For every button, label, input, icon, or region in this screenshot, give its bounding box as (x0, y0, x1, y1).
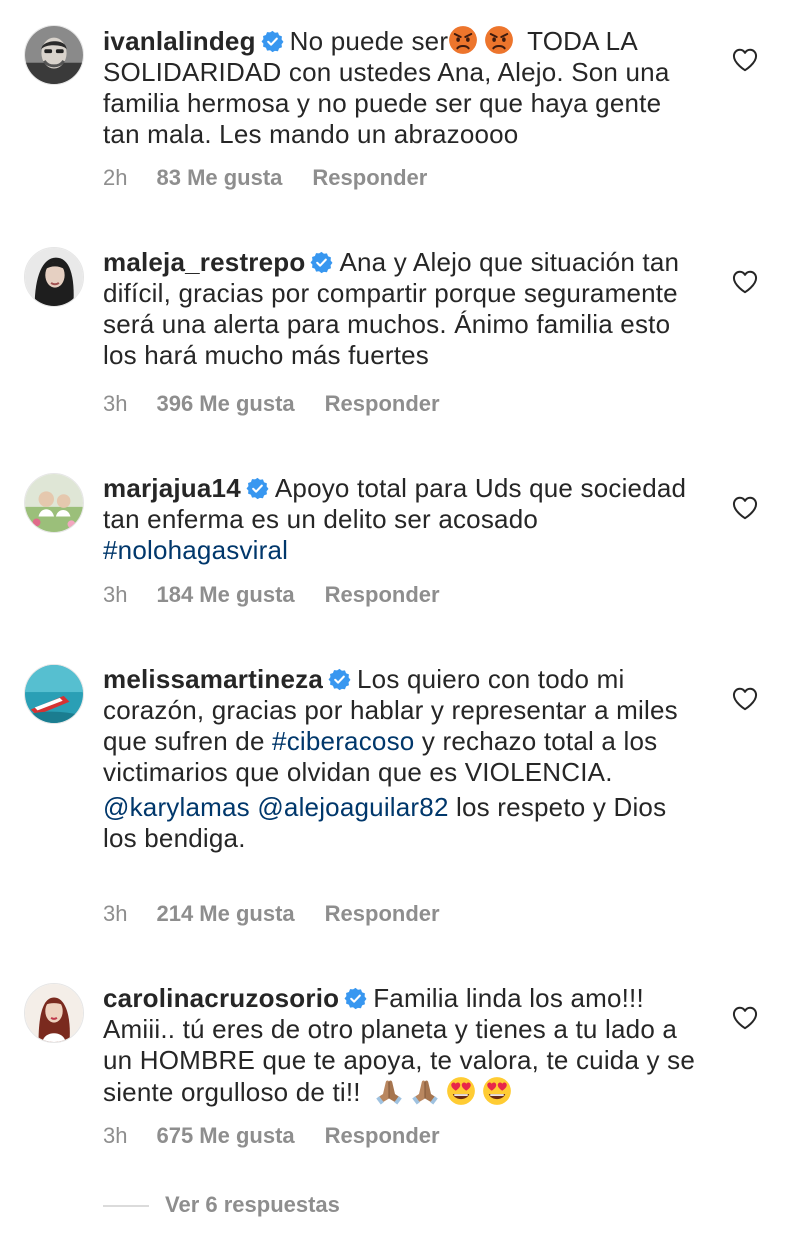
comment-text: melissamartineza Los quiero con todo mi c… (103, 664, 703, 854)
comment-time[interactable]: 3h (103, 1123, 127, 1148)
reply-button[interactable]: Responder (312, 165, 427, 190)
folded-hands-emoji-icon (410, 1076, 440, 1106)
comment-text: ivanlalindeg No puede ser TODA LA SOLIDAR… (103, 25, 703, 150)
verified-badge-icon (246, 477, 269, 500)
comment-username[interactable]: marjajua14 (103, 473, 241, 503)
comment-username[interactable]: maleja_restrepo (103, 247, 305, 277)
comment-likes[interactable]: 675 Me gusta (156, 1123, 294, 1148)
like-heart-icon[interactable] (731, 46, 759, 74)
verified-badge-icon (310, 251, 333, 274)
mention-link[interactable]: @alejoaguilar82 (257, 792, 448, 822)
like-heart-icon[interactable] (731, 1004, 759, 1032)
comment-username[interactable]: carolinacruzosorio (103, 983, 339, 1013)
comment-likes[interactable]: 396 Me gusta (156, 391, 294, 416)
mention-link[interactable]: @karylamas (103, 792, 250, 822)
reply-button[interactable]: Responder (325, 582, 440, 607)
comment-second-paragraph: @karylamas @alejoaguilar82 los respeto y… (103, 792, 703, 854)
replies-divider (103, 1205, 149, 1207)
avatar[interactable] (24, 247, 84, 307)
comment-username[interactable]: melissamartineza (103, 664, 323, 694)
comment-username[interactable]: ivanlalindeg (103, 26, 256, 56)
avatar[interactable] (24, 664, 84, 724)
verified-badge-icon (344, 987, 367, 1010)
comment-time[interactable]: 3h (103, 582, 127, 607)
hashtag-link[interactable]: #nolohagasviral (103, 535, 288, 565)
comment-text: carolinacruzosorio Familia linda los amo!… (103, 983, 703, 1108)
comment-likes[interactable]: 83 Me gusta (156, 165, 282, 190)
reply-button[interactable]: Responder (325, 901, 440, 926)
verified-badge-icon (261, 30, 284, 53)
reply-button[interactable]: Responder (325, 391, 440, 416)
like-heart-icon[interactable] (731, 685, 759, 713)
angry-face-emoji-icon (448, 25, 478, 55)
hashtag-link[interactable]: #ciberacoso (272, 726, 414, 756)
comment-likes[interactable]: 184 Me gusta (156, 582, 294, 607)
comment-meta: 3h 214 Me gusta Responder (103, 901, 470, 927)
comment-body: No puede ser (289, 26, 449, 56)
like-heart-icon[interactable] (731, 494, 759, 522)
like-heart-icon[interactable] (731, 268, 759, 296)
view-replies-label: Ver 6 respuestas (165, 1192, 340, 1217)
comment-meta: 3h 184 Me gusta Responder (103, 582, 470, 608)
comment-meta: 3h 396 Me gusta Responder (103, 391, 470, 417)
comment-time[interactable]: 3h (103, 901, 127, 926)
folded-hands-emoji-icon (374, 1076, 404, 1106)
heart-eyes-emoji-icon (482, 1076, 512, 1106)
heart-eyes-emoji-icon (446, 1076, 476, 1106)
comment-text: maleja_restrepo Ana y Alejo que situación… (103, 247, 703, 371)
comment-time[interactable]: 2h (103, 165, 127, 190)
verified-badge-icon (328, 668, 351, 691)
comment-likes[interactable]: 214 Me gusta (156, 901, 294, 926)
comment-text: marjajua14 Apoyo total para Uds que socie… (103, 473, 703, 566)
reply-button[interactable]: Responder (325, 1123, 440, 1148)
comment-time[interactable]: 3h (103, 391, 127, 416)
angry-face-emoji-icon (484, 25, 514, 55)
comment-meta: 2h 83 Me gusta Responder (103, 165, 457, 191)
avatar[interactable] (24, 983, 84, 1043)
comment-meta: 3h 675 Me gusta Responder (103, 1123, 470, 1149)
avatar[interactable] (24, 25, 84, 85)
avatar[interactable] (24, 473, 84, 533)
